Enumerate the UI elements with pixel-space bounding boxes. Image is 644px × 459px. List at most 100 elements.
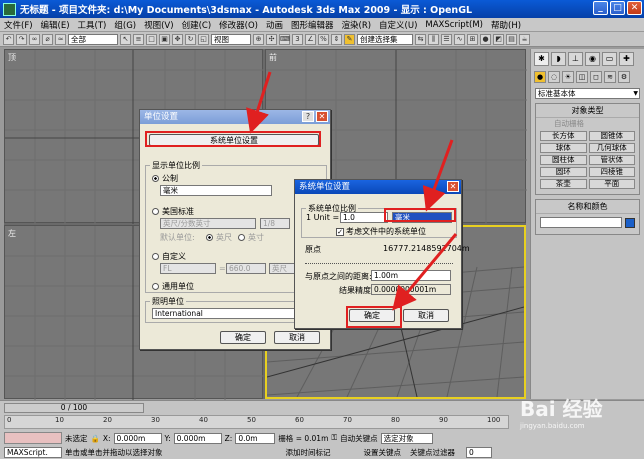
- viewport-label-left[interactable]: 左: [8, 228, 16, 239]
- system-cancel-button[interactable]: 取消: [403, 309, 449, 322]
- hierarchy-tab-icon[interactable]: ⊥: [568, 52, 583, 66]
- distance-field[interactable]: 1.00m: [371, 270, 451, 281]
- y-coord-field[interactable]: 0.000m: [173, 432, 222, 444]
- lock-icon[interactable]: 🔒: [91, 434, 100, 443]
- select-icon[interactable]: ↖: [120, 33, 131, 45]
- selection-filter-dropdown[interactable]: 全部: [68, 33, 118, 45]
- menu-animation[interactable]: 动画: [266, 19, 283, 31]
- generic-units-radio[interactable]: [152, 283, 159, 290]
- us-units-dropdown[interactable]: 英尺/分数英寸: [160, 218, 256, 229]
- unit-value-field[interactable]: 1.0: [340, 212, 388, 223]
- custom-value-field[interactable]: 660.0: [226, 263, 266, 274]
- object-type-header[interactable]: 对象类型: [536, 104, 639, 118]
- pyramid-button[interactable]: 四棱锥: [588, 167, 635, 177]
- maxscript-field[interactable]: MAXScript.: [4, 446, 62, 458]
- key-filter-button[interactable]: 关键点过滤器: [410, 447, 455, 458]
- keyboard-shortcut-icon[interactable]: ⌨: [279, 33, 290, 45]
- maxscript-listener-mini[interactable]: [4, 432, 62, 444]
- select-by-name-icon[interactable]: ≡: [133, 33, 144, 45]
- shapes-icon[interactable]: ◌: [548, 71, 560, 83]
- frame-field[interactable]: 0: [466, 446, 492, 458]
- precision-slider[interactable]: [305, 256, 453, 264]
- autogrid-checkbox[interactable]: 自动栅格: [536, 118, 639, 129]
- selected-dropdown[interactable]: 选定对象: [380, 432, 433, 444]
- snap-icon[interactable]: 3: [292, 33, 303, 45]
- us-standard-radio[interactable]: [152, 208, 159, 215]
- sphere-button[interactable]: 球体: [540, 143, 587, 153]
- move-icon[interactable]: ✥: [172, 33, 183, 45]
- name-color-header[interactable]: 名称和颜色: [536, 200, 639, 214]
- x-coord-field[interactable]: 0.000m: [113, 432, 162, 444]
- display-tab-icon[interactable]: ▭: [602, 52, 617, 66]
- cylinder-button[interactable]: 圆柱体: [540, 155, 587, 165]
- motion-tab-icon[interactable]: ◉: [585, 52, 600, 66]
- menu-graph-editors[interactable]: 图形编辑器: [291, 19, 334, 31]
- systems-icon[interactable]: ⚙: [618, 71, 630, 83]
- add-time-tag[interactable]: 添加时间标记: [286, 447, 331, 458]
- setkey-button[interactable]: 设置关键点: [364, 447, 402, 458]
- redo-icon[interactable]: ↷: [16, 33, 27, 45]
- box-button[interactable]: 长方体: [540, 131, 587, 141]
- track-bar[interactable]: 0 10 20 30 40 50 60 70 80 90 100: [4, 415, 509, 429]
- layer-manager-icon[interactable]: ☰: [441, 33, 452, 45]
- undo-icon[interactable]: ↶: [3, 33, 14, 45]
- us-fraction-dropdown[interactable]: 1/8: [260, 218, 290, 229]
- custom-radio[interactable]: [152, 253, 159, 260]
- tube-button[interactable]: 管状体: [588, 155, 635, 165]
- object-color-swatch[interactable]: [625, 217, 635, 228]
- viewport-label-top[interactable]: 顶: [8, 52, 16, 63]
- spinner-snap-icon[interactable]: ⇕: [331, 33, 342, 45]
- menu-customize[interactable]: 自定义(U): [379, 19, 417, 31]
- time-slider[interactable]: 0 / 100: [4, 403, 144, 413]
- rotate-icon[interactable]: ↻: [185, 33, 196, 45]
- cone-button[interactable]: 圆锥体: [588, 131, 635, 141]
- rect-select-icon[interactable]: □: [146, 33, 157, 45]
- menu-group[interactable]: 组(G): [114, 19, 136, 31]
- unlink-icon[interactable]: ⌀: [42, 33, 53, 45]
- metric-units-dropdown[interactable]: 毫米: [160, 185, 272, 196]
- schematic-view-icon[interactable]: ⊞: [467, 33, 478, 45]
- menu-views[interactable]: 视图(V): [144, 19, 173, 31]
- render-setup-icon[interactable]: ◩: [493, 33, 504, 45]
- lights-icon[interactable]: ☀: [562, 71, 574, 83]
- material-editor-icon[interactable]: ●: [480, 33, 491, 45]
- cameras-icon[interactable]: ◫: [576, 71, 588, 83]
- pivot-icon[interactable]: ⊕: [253, 33, 264, 45]
- geosphere-button[interactable]: 几何球体: [588, 143, 635, 153]
- geometry-icon[interactable]: ●: [534, 71, 546, 83]
- named-selection-dropdown[interactable]: 创建选择集: [357, 33, 413, 45]
- menu-edit[interactable]: 编辑(E): [41, 19, 70, 31]
- edit-named-selection-icon[interactable]: ✎: [344, 33, 355, 45]
- helpers-icon[interactable]: ◻: [590, 71, 602, 83]
- percent-snap-icon[interactable]: %: [318, 33, 329, 45]
- bind-space-warp-icon[interactable]: ≈: [55, 33, 66, 45]
- link-icon[interactable]: ∞: [29, 33, 40, 45]
- angle-snap-icon[interactable]: ∠: [305, 33, 316, 45]
- object-name-field[interactable]: [540, 217, 622, 228]
- minimize-button[interactable]: _: [593, 1, 608, 15]
- custom-name-field[interactable]: FL: [160, 263, 216, 274]
- units-cancel-button[interactable]: 取消: [274, 331, 320, 344]
- viewport-label-front[interactable]: 前: [269, 52, 277, 63]
- system-close-button[interactable]: ✕: [447, 181, 459, 192]
- menu-tools[interactable]: 工具(T): [78, 19, 107, 31]
- primitive-type-dropdown[interactable]: 标准基本体: [535, 88, 640, 99]
- maximize-button[interactable]: □: [610, 1, 625, 15]
- mirror-icon[interactable]: ⇆: [415, 33, 426, 45]
- metric-radio[interactable]: [152, 175, 159, 182]
- menu-rendering[interactable]: 渲染(R): [342, 19, 372, 31]
- manipulate-icon[interactable]: ✣: [266, 33, 277, 45]
- menu-modifiers[interactable]: 修改器(O): [219, 19, 258, 31]
- help-button[interactable]: ?: [302, 111, 314, 122]
- key-icon[interactable]: ⚿: [331, 433, 337, 443]
- units-ok-button[interactable]: 确定: [220, 331, 266, 344]
- units-close-button[interactable]: ✕: [316, 111, 328, 122]
- menu-create[interactable]: 创建(C): [182, 19, 212, 31]
- spacewarps-icon[interactable]: ≋: [604, 71, 616, 83]
- create-tab-icon[interactable]: ✱: [534, 52, 549, 66]
- render-frame-icon[interactable]: ▤: [506, 33, 517, 45]
- close-button[interactable]: ✕: [627, 1, 642, 15]
- scale-icon[interactable]: ◱: [198, 33, 209, 45]
- utilities-tab-icon[interactable]: ✚: [619, 52, 634, 66]
- plane-button[interactable]: 平面: [588, 179, 635, 189]
